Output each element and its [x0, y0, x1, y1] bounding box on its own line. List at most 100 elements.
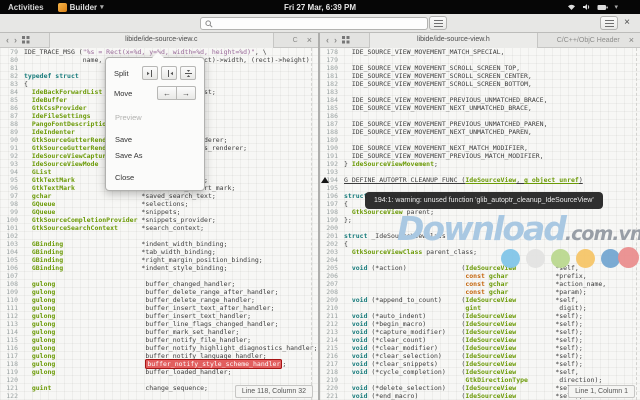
back-button[interactable]: ‹ [6, 33, 9, 47]
code-line[interactable]: 120 [0, 376, 318, 384]
code-line[interactable]: 193 [320, 168, 640, 176]
window-close-button[interactable]: × [620, 15, 634, 30]
code-line[interactable]: 103 GBinding *indent_width_binding; [0, 240, 318, 248]
code-line[interactable]: 180 IDE_SOURCE_VIEW_MOVEMENT_SCROLL_SCRE… [320, 64, 640, 72]
code-line[interactable]: 191 IDE_SOURCE_VIEW_MOVEMENT_PREVIOUS_MA… [320, 152, 640, 160]
code-line[interactable]: 98 GQueue *selections; [0, 200, 318, 208]
menu-item-save-as[interactable]: Save As [106, 147, 204, 163]
code-line[interactable]: 204 [320, 256, 640, 264]
code-line[interactable]: 200 [320, 224, 640, 232]
code-line[interactable]: 186 [320, 112, 640, 120]
code-line[interactable]: 210 gint digit); [320, 304, 640, 312]
code-line[interactable]: 211 void (*auto_indent) (IdeSourceView *… [320, 312, 640, 320]
code-line[interactable]: 114 gulong buffer_mark_set_handler; [0, 328, 318, 336]
code-line[interactable]: 202{ [320, 240, 640, 248]
code-line[interactable]: 105 GBinding *right_margin_position_bind… [0, 256, 318, 264]
code-line[interactable]: 99 GQueue *snippets; [0, 208, 318, 216]
code-line[interactable]: 190 IDE_SOURCE_VIEW_MOVEMENT_NEXT_MATCH_… [320, 144, 640, 152]
move-left-button[interactable]: ← [157, 86, 177, 100]
forward-button[interactable]: › [334, 33, 337, 47]
line-number: 90 [0, 136, 18, 144]
code-line[interactable]: 198 GtkSourceView parent; [320, 208, 640, 216]
code-line[interactable]: 195 [320, 184, 640, 192]
code-line[interactable]: 181 IDE_SOURCE_VIEW_MOVEMENT_SCROLL_SCRE… [320, 72, 640, 80]
code-line[interactable]: 185 IDE_SOURCE_VIEW_MOVEMENT_NEXT_UNMATC… [320, 104, 640, 112]
code-line[interactable]: 205 void (*action) (IdeSourceView *self, [320, 264, 640, 272]
code-line[interactable]: 188 IDE_SOURCE_VIEW_MOVEMENT_NEXT_UNMATC… [320, 128, 640, 136]
code-line[interactable]: 112 gulong buffer_insert_text_handler; [0, 312, 318, 320]
code-line[interactable]: 189 [320, 136, 640, 144]
search-options-button[interactable] [429, 16, 447, 30]
code-line[interactable]: 214 void (*clear_count) (IdeSourceView *… [320, 336, 640, 344]
code-line[interactable]: 115 gulong buffer_notify_file_handler; [0, 336, 318, 344]
code-line[interactable]: 184 IDE_SOURCE_VIEW_MOVEMENT_PREVIOUS_UN… [320, 96, 640, 104]
code-line[interactable]: 194G_DEFINE_AUTOPTR_CLEANUP_FUNC (IdeSou… [320, 176, 640, 184]
code-line[interactable]: 107 [0, 272, 318, 280]
code-line[interactable]: 183 [320, 88, 640, 96]
code-line[interactable]: 108 gulong buffer_changed_handler; [0, 280, 318, 288]
code-line[interactable]: 216 void (*clear_selection) (IdeSourceVi… [320, 352, 640, 360]
code-line[interactable]: 208 const gchar *param); [320, 288, 640, 296]
code-text: typedef struct [24, 72, 79, 80]
code-line[interactable]: 217 void (*clear_snippets) (IdeSourceVie… [320, 360, 640, 368]
document-grid-icon[interactable] [342, 36, 350, 44]
code-line[interactable]: 116 gulong buffer_notify_highlight_diagn… [0, 344, 318, 352]
gear-menu-button[interactable] [600, 16, 618, 30]
split-left-button[interactable] [142, 66, 158, 80]
line-number: 212 [320, 320, 338, 328]
code-line[interactable]: 101 GtkSourceSearchContext *search_conte… [0, 224, 318, 232]
split-right-button[interactable] [161, 66, 177, 80]
forward-button[interactable]: › [14, 33, 17, 47]
language-label-left[interactable]: C [293, 37, 298, 44]
code-line[interactable]: 182 IDE_SOURCE_VIEW_MOVEMENT_SCROLL_SCRE… [320, 80, 640, 88]
tab-right[interactable]: libide/ide-source-view.h [369, 33, 538, 48]
code-line[interactable]: 102 [0, 232, 318, 240]
code-line[interactable]: 219 GtkDirectionType direction); [320, 376, 640, 384]
menu-item-close[interactable]: Close [106, 169, 204, 185]
code-line[interactable]: 192} IdeSourceViewMovement; [320, 160, 640, 168]
code-line[interactable]: 104 GBinding *tab_width_binding; [0, 248, 318, 256]
code-text: gint digit); [344, 304, 587, 312]
tab-close-right[interactable]: × [625, 35, 634, 45]
code-line[interactable]: 187 IDE_SOURCE_VIEW_MOVEMENT_PREVIOUS_UN… [320, 120, 640, 128]
code-line[interactable]: 213 void (*capture_modifier) (IdeSourceV… [320, 328, 640, 336]
split-down-button[interactable] [180, 66, 196, 80]
code-line[interactable]: 106 GBinding *indent_style_binding; [0, 264, 318, 272]
app-menu-button[interactable]: Builder ▾ [52, 3, 110, 12]
code-line[interactable]: 203 GtkSourceViewClass parent_class; [320, 248, 640, 256]
code-line[interactable]: 111 gulong buffer_insert_text_after_hand… [0, 304, 318, 312]
code-line[interactable]: 215 void (*clear_modifier) (IdeSourceVie… [320, 344, 640, 352]
code-line[interactable]: 113 gulong buffer_line_flags_changed_han… [0, 320, 318, 328]
code-line[interactable]: 110 gulong buffer_delete_range_handler; [0, 296, 318, 304]
menu-item-save[interactable]: Save [106, 131, 204, 147]
code-line[interactable]: 201struct _IdeSourceViewClass [320, 232, 640, 240]
search-input[interactable] [213, 19, 423, 29]
code-line[interactable]: 97 gchar *saved_search_text; [0, 192, 318, 200]
document-grid-icon[interactable] [22, 36, 30, 44]
system-tray[interactable]: ▾ [567, 3, 618, 11]
code-text: IDE_SOURCE_VIEW_MOVEMENT_NEXT_UNMATCHED_… [344, 104, 532, 112]
back-button[interactable]: ‹ [326, 33, 329, 47]
code-line[interactable]: 118 gulong buffer_notify_style_scheme_ha… [0, 360, 318, 368]
code-line[interactable]: 179 [320, 56, 640, 64]
code-line[interactable]: 100 GtkSourceCompletionProvider *snippet… [0, 216, 318, 224]
global-search[interactable] [200, 17, 428, 30]
language-label-right[interactable]: C/C++/ObjC Header [557, 37, 620, 44]
code-line[interactable]: 212 void (*begin_macro) (IdeSourceView *… [320, 320, 640, 328]
move-right-button[interactable]: → [176, 86, 196, 100]
code-editor-right[interactable]: 178 IDE_SOURCE_VIEW_MOVEMENT_MATCH_SPECI… [320, 48, 640, 400]
code-line[interactable]: 209 void (*append_to_count) (IdeSourceVi… [320, 296, 640, 304]
code-line[interactable]: 109 gulong buffer_delete_range_after_han… [0, 288, 318, 296]
right-margin-indicator [311, 48, 312, 400]
code-line[interactable]: 207 const gchar *action_name, [320, 280, 640, 288]
code-line[interactable]: 206 const gchar *prefix, [320, 272, 640, 280]
activities-button[interactable]: Activities [0, 3, 52, 12]
code-line[interactable]: 119 gulong buffer_loaded_handler; [0, 368, 318, 376]
code-line[interactable]: 178 IDE_SOURCE_VIEW_MOVEMENT_MATCH_SPECI… [320, 48, 640, 56]
code-line[interactable]: 218 void (*cycle_completion) (IdeSourceV… [320, 368, 640, 376]
clock[interactable]: Fri 27 Mar, 6:39 PM [284, 3, 356, 12]
tab-close-left[interactable]: × [303, 35, 312, 45]
warning-marker-icon[interactable] [321, 177, 329, 183]
tab-left[interactable]: libide/ide-source-view.c [49, 33, 274, 48]
code-line[interactable]: 199}; [320, 216, 640, 224]
